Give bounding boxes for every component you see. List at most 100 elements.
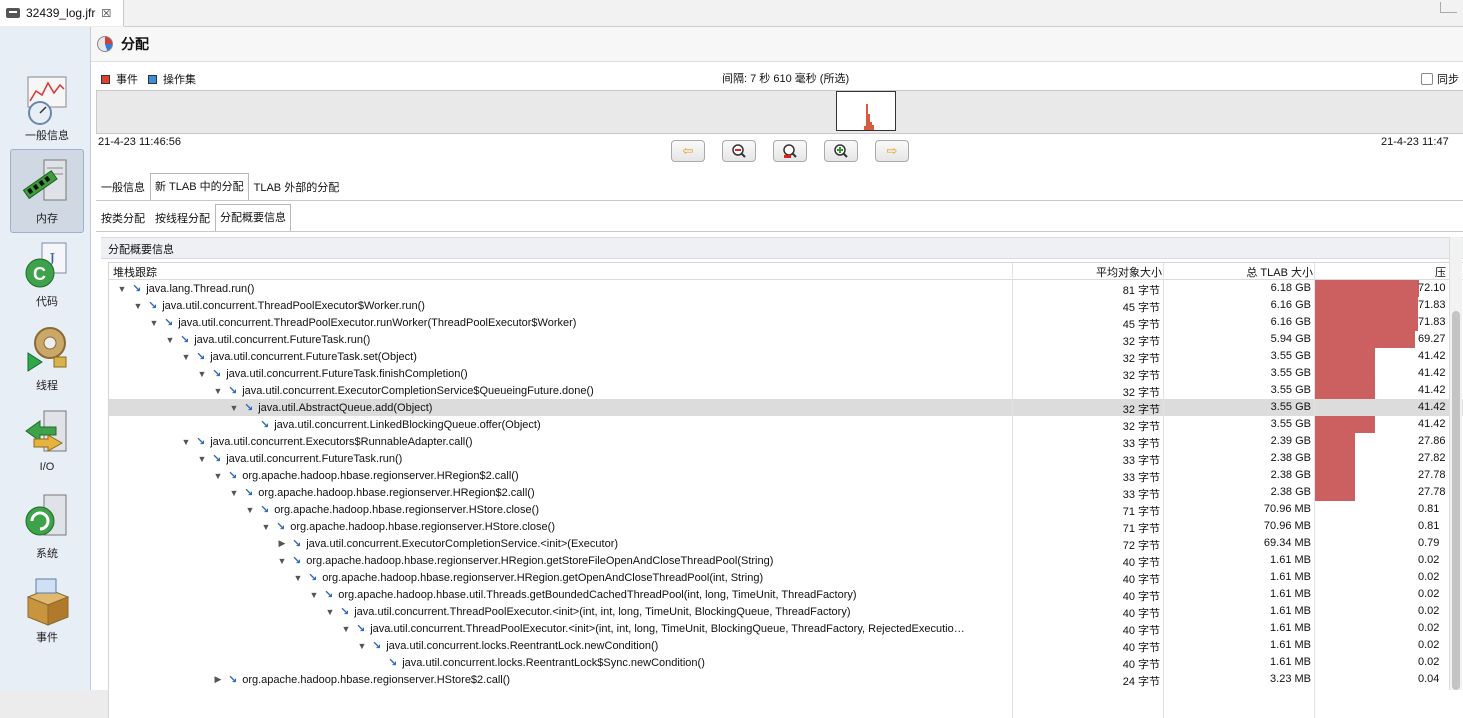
- scroll-right-button[interactable]: ⇨: [875, 140, 909, 162]
- collapse-icon[interactable]: ▼: [117, 284, 127, 294]
- table-row[interactable]: ▼ ↘ java.lang.Thread.run() 81 字节 6.18 GB 72.1…: [109, 280, 1463, 297]
- table-row[interactable]: ▼ ↘ java.util.concurrent.FutureTask.run() 3…: [109, 450, 1463, 467]
- column-divider[interactable]: [1314, 263, 1315, 718]
- collapse-icon[interactable]: ▼: [197, 369, 207, 379]
- table-row[interactable]: ▶ ↘ java.util.concurrent.ExecutorCompletio…: [109, 535, 1463, 552]
- column-header-stack[interactable]: 堆栈跟踪: [113, 264, 157, 280]
- column-header-total-tlab[interactable]: 总 TLAB 大小: [1165, 264, 1313, 280]
- stack-frame-icon: ↘: [244, 402, 254, 414]
- timeline-selection-window[interactable]: [836, 91, 896, 131]
- table-row[interactable]: ▼ ↘ java.util.concurrent.ExecutorCompletio…: [109, 382, 1463, 399]
- column-header-avg-size[interactable]: 平均对象大小: [1014, 264, 1162, 280]
- table-row[interactable]: ↘ java.util.concurrent.locks.ReentrantLoc…: [109, 654, 1463, 671]
- tree-cell: ▼ ↘ java.util.concurrent.ThreadPoolExecuto…: [149, 314, 577, 331]
- table-row[interactable]: ▼ ↘ java.util.concurrent.ThreadPoolExecuto…: [109, 620, 1463, 637]
- collapse-icon[interactable]: ▼: [309, 590, 319, 600]
- collapse-icon[interactable]: ▼: [197, 454, 207, 464]
- stack-frame-label: java.util.concurrent.FutureTask.set(Obje…: [210, 350, 417, 363]
- table-row[interactable]: ▼ ↘ java.util.concurrent.FutureTask.set(Ob…: [109, 348, 1463, 365]
- close-icon[interactable]: ☒: [101, 7, 111, 20]
- total-tlab-size: 3.55 GB: [1270, 401, 1311, 413]
- tab-outside-tlab[interactable]: TLAB 外部的分配: [249, 175, 345, 200]
- avg-object-size: 33 字节: [1122, 438, 1160, 450]
- tree-cell: ↘ java.util.concurrent.locks.ReentrantLoc…: [373, 654, 705, 671]
- column-header-pressure[interactable]: 压: [1316, 264, 1446, 280]
- collapse-icon[interactable]: ▼: [133, 301, 143, 311]
- table-row[interactable]: ▼ ↘ org.apache.hadoop.hbase.regionserver.H…: [109, 484, 1463, 501]
- avg-object-size: 33 字节: [1122, 472, 1160, 484]
- collapse-icon[interactable]: ▼: [341, 624, 351, 634]
- collapse-icon[interactable]: ▼: [213, 471, 223, 481]
- collapse-icon[interactable]: ▼: [293, 573, 303, 583]
- editor-tab[interactable]: 32439_log.jfr ☒: [0, 0, 124, 26]
- collapse-icon[interactable]: ▼: [165, 335, 175, 345]
- sidebar-item-events[interactable]: 事件: [10, 569, 84, 653]
- collapse-icon[interactable]: ▼: [325, 607, 335, 617]
- sidebar-item-system[interactable]: 系统: [10, 485, 84, 569]
- table-row[interactable]: ▼ ↘ org.apache.hadoop.hbase.regionserver.H…: [109, 467, 1463, 484]
- tree-cell: ↘ java.util.concurrent.LinkedBlockingQueu…: [245, 416, 541, 433]
- stack-frame-icon: ↘: [148, 300, 158, 312]
- sidebar-item-general[interactable]: 一般信息: [10, 67, 84, 151]
- pressure-value: 0.02: [1418, 639, 1440, 651]
- stack-frame-icon: ↘: [228, 385, 238, 397]
- table-row[interactable]: ▼ ↘ java.util.concurrent.locks.ReentrantLo…: [109, 637, 1463, 654]
- stack-frame-label: java.util.concurrent.locks.ReentrantLock…: [402, 656, 705, 669]
- table-row[interactable]: ▼ ↘ java.util.concurrent.ThreadPoolExecuto…: [109, 314, 1463, 331]
- checkbox-icon[interactable]: [1421, 73, 1433, 85]
- table-row[interactable]: ▼ ↘ org.apache.hadoop.hbase.util.Threads.g…: [109, 586, 1463, 603]
- expand-icon[interactable]: ▶: [277, 538, 287, 549]
- collapse-icon[interactable]: ▼: [229, 488, 239, 498]
- tab-allocation-profile[interactable]: 分配概要信息: [215, 204, 291, 231]
- column-divider[interactable]: [1163, 263, 1164, 718]
- table-row[interactable]: ▶ ↘ org.apache.hadoop.hbase.regionserver.H…: [109, 671, 1463, 688]
- zoom-out-button[interactable]: [722, 140, 756, 162]
- collapse-icon[interactable]: ▼: [181, 352, 191, 362]
- table-row[interactable]: ▼ ↘ org.apache.hadoop.hbase.regionserver.H…: [109, 552, 1463, 569]
- sidebar-item-io[interactable]: I/O: [10, 401, 84, 485]
- zoom-fit-icon: [783, 144, 797, 158]
- tab-general[interactable]: 一般信息: [96, 175, 150, 200]
- tab-by-class[interactable]: 按类分配: [96, 206, 150, 231]
- restore-icon[interactable]: [1440, 2, 1457, 13]
- table-row[interactable]: ▼ ↘ java.util.concurrent.ThreadPoolExecuto…: [109, 297, 1463, 314]
- collapse-icon[interactable]: ▼: [181, 437, 191, 447]
- collapse-icon[interactable]: ▼: [357, 641, 367, 651]
- sync-checkbox[interactable]: 同步: [1421, 71, 1459, 87]
- table-row[interactable]: ↘ java.util.concurrent.LinkedBlockingQueu…: [109, 416, 1463, 433]
- tab-by-thread[interactable]: 按线程分配: [150, 206, 215, 231]
- scroll-left-button[interactable]: ⇦: [671, 140, 705, 162]
- table-row[interactable]: ▼ ↘ org.apache.hadoop.hbase.regionserver.H…: [109, 569, 1463, 586]
- sidebar: 一般信息 内存 J C 代码 线程 I/O 系统 事件: [0, 27, 91, 690]
- zoom-fit-button[interactable]: [773, 140, 807, 162]
- zoom-in-button[interactable]: [824, 140, 858, 162]
- timeline-overview[interactable]: [96, 90, 1463, 134]
- stack-frame-label: java.util.AbstractQueue.add(Object): [258, 401, 433, 414]
- scrollbar-thumb[interactable]: [1452, 311, 1460, 690]
- table-row[interactable]: ▼ ↘ java.util.concurrent.FutureTask.run() 3…: [109, 331, 1463, 348]
- tree-cell: ▼ ↘ org.apache.hadoop.hbase.regionserver.H…: [293, 569, 764, 586]
- vertical-scrollbar[interactable]: [1449, 237, 1462, 690]
- table-row[interactable]: ▼ ↘ java.util.concurrent.FutureTask.finish…: [109, 365, 1463, 382]
- stack-frame-label: org.apache.hadoop.hbase.regionserver.HSt…: [274, 503, 539, 516]
- allocation-tree-table[interactable]: 堆栈跟踪 平均对象大小 总 TLAB 大小 压 ▼ ↘ java.lang.Thre…: [108, 262, 1463, 718]
- column-divider[interactable]: [1012, 263, 1013, 718]
- collapse-icon[interactable]: ▼: [149, 318, 159, 328]
- stack-frame-icon: ↘: [292, 538, 302, 550]
- stack-frame-label: java.util.concurrent.Executors$RunnableA…: [210, 435, 473, 448]
- collapse-icon[interactable]: ▼: [229, 403, 239, 413]
- sidebar-item-memory[interactable]: 内存: [10, 149, 84, 233]
- collapse-icon[interactable]: ▼: [261, 522, 271, 532]
- table-row[interactable]: ▼ ↘ org.apache.hadoop.hbase.regionserver.H…: [109, 518, 1463, 535]
- table-row[interactable]: ▼ ↘ java.util.concurrent.Executors$Runnabl…: [109, 433, 1463, 450]
- table-row[interactable]: ▼ ↘ java.util.concurrent.ThreadPoolExecuto…: [109, 603, 1463, 620]
- sidebar-item-threads[interactable]: 线程: [10, 317, 84, 401]
- tab-in-new-tlab[interactable]: 新 TLAB 中的分配: [150, 173, 249, 200]
- sidebar-item-code[interactable]: J C 代码: [10, 233, 84, 317]
- collapse-icon[interactable]: ▼: [277, 556, 287, 566]
- collapse-icon[interactable]: ▼: [213, 386, 223, 396]
- table-row[interactable]: ▼ ↘ org.apache.hadoop.hbase.regionserver.H…: [109, 501, 1463, 518]
- expand-icon[interactable]: ▶: [213, 674, 223, 685]
- collapse-icon[interactable]: ▼: [245, 505, 255, 515]
- table-row[interactable]: ▼ ↘ java.util.AbstractQueue.add(Object) 32 …: [109, 399, 1463, 416]
